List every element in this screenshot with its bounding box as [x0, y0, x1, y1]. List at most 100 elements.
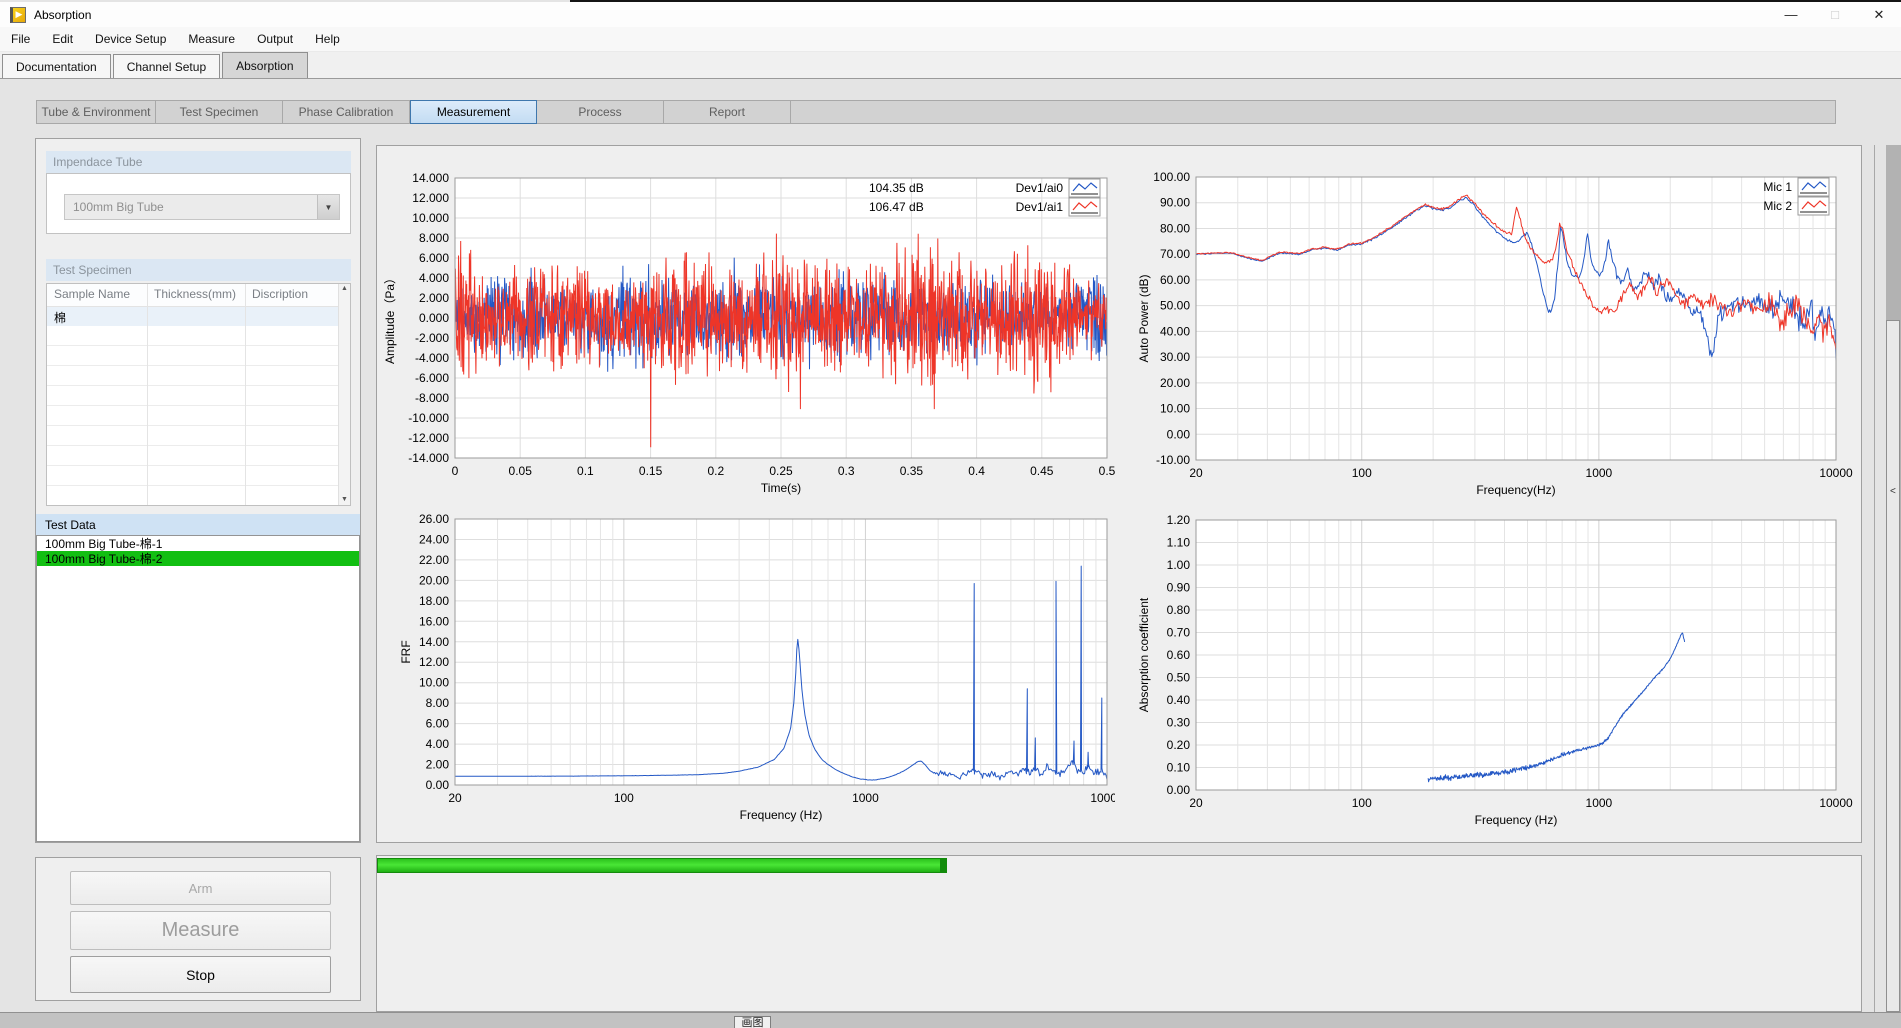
menu-file[interactable]: File — [0, 27, 41, 52]
svg-text:0.70: 0.70 — [1167, 626, 1191, 640]
svg-text:20.00: 20.00 — [1160, 376, 1190, 390]
svg-text:10000: 10000 — [1819, 466, 1853, 480]
svg-text:0.000: 0.000 — [419, 311, 449, 325]
svg-text:1.00: 1.00 — [1167, 558, 1191, 572]
subtab-tube-environment[interactable]: Tube & Environment — [36, 100, 156, 124]
cell-thickness — [147, 307, 245, 327]
svg-text:30.00: 30.00 — [1160, 350, 1190, 364]
svg-text:18.00: 18.00 — [419, 594, 449, 608]
impedance-tube-value: 100mm Big Tube — [65, 200, 317, 214]
menu-output[interactable]: Output — [246, 27, 304, 52]
svg-text:20: 20 — [1189, 466, 1203, 480]
svg-text:2.00: 2.00 — [426, 758, 450, 772]
tab-channel-setup[interactable]: Channel Setup — [113, 54, 220, 78]
svg-text:10000: 10000 — [1819, 796, 1853, 810]
svg-text:4.00: 4.00 — [426, 737, 450, 751]
dropdown-arrow-icon[interactable]: ▼ — [317, 195, 339, 219]
main-tab-bar: Documentation Channel Setup Absorption — [0, 52, 1901, 79]
frf-chart: 26.0024.0022.0020.0018.0016.0014.0012.00… — [380, 510, 1115, 835]
svg-text:2.000: 2.000 — [419, 291, 449, 305]
subtab-report[interactable]: Report — [664, 100, 791, 124]
svg-text:104.35 dB: 104.35 dB — [869, 181, 924, 195]
svg-text:10000: 10000 — [1090, 791, 1115, 805]
test-specimen-table-header: Sample Name Thickness(mm) Discription — [47, 284, 350, 307]
col-thickness: Thickness(mm) — [147, 284, 245, 306]
svg-text:12.000: 12.000 — [412, 191, 449, 205]
col-discription: Discription — [245, 284, 335, 306]
collapse-left-icon[interactable]: < — [1890, 486, 1896, 497]
svg-text:-4.000: -4.000 — [415, 351, 449, 365]
sub-tab-bar: Tube & Environment Test Specimen Phase C… — [36, 100, 1836, 124]
tab-absorption[interactable]: Absorption — [222, 52, 307, 78]
svg-text:8.00: 8.00 — [426, 696, 450, 710]
partial-bottom-tab[interactable]: 画图 — [734, 1016, 771, 1028]
tab-documentation[interactable]: Documentation — [2, 54, 111, 78]
scrollbar-thumb[interactable]: < — [1886, 320, 1900, 1012]
svg-text:6.000: 6.000 — [419, 251, 449, 265]
impedance-tube-header: Impendace Tube — [46, 151, 351, 173]
measurement-progress-bar — [377, 858, 947, 873]
progress-fill — [378, 859, 946, 872]
subtab-phase-calibration[interactable]: Phase Calibration — [283, 100, 410, 124]
svg-text:4.000: 4.000 — [419, 271, 449, 285]
test-data-item[interactable]: 100mm Big Tube-棉-2 — [37, 551, 359, 566]
menu-edit[interactable]: Edit — [41, 27, 84, 52]
impedance-tube-select[interactable]: 100mm Big Tube ▼ — [64, 194, 340, 220]
svg-text:26.00: 26.00 — [419, 512, 449, 526]
svg-text:100: 100 — [1352, 466, 1372, 480]
title-bar: ▶ Absorption — □ ✕ — [0, 2, 1901, 27]
subtab-test-specimen[interactable]: Test Specimen — [156, 100, 283, 124]
svg-text:0.50: 0.50 — [1167, 671, 1191, 685]
svg-text:24.00: 24.00 — [419, 532, 449, 546]
subtab-measurement[interactable]: Measurement — [410, 100, 537, 124]
svg-text:0.60: 0.60 — [1167, 648, 1191, 662]
svg-text:0.00: 0.00 — [426, 778, 450, 792]
svg-text:1000: 1000 — [852, 791, 879, 805]
stop-button[interactable]: Stop — [70, 956, 331, 993]
right-scrollbar[interactable]: < — [1886, 145, 1901, 1012]
svg-text:0.45: 0.45 — [1030, 464, 1054, 478]
svg-text:1000: 1000 — [1586, 796, 1613, 810]
menu-device-setup[interactable]: Device Setup — [84, 27, 177, 52]
minimize-icon[interactable]: — — [1769, 2, 1813, 27]
svg-text:0.00: 0.00 — [1167, 427, 1191, 441]
test-specimen-header: Test Specimen — [46, 259, 351, 281]
svg-text:Auto Power (dB): Auto Power (dB) — [1138, 274, 1151, 362]
table-scrollbar[interactable]: ▲ ▼ — [338, 284, 350, 505]
column-divider — [245, 284, 246, 505]
svg-text:Amplitude（Pa）: Amplitude（Pa） — [383, 272, 397, 364]
svg-text:0.00: 0.00 — [1167, 783, 1191, 797]
menu-measure[interactable]: Measure — [177, 27, 246, 52]
svg-text:0.4: 0.4 — [968, 464, 985, 478]
table-row[interactable]: 棉 — [47, 307, 350, 327]
svg-text:14.00: 14.00 — [419, 635, 449, 649]
svg-text:Absorption coefficient: Absorption coefficient — [1138, 597, 1151, 712]
close-icon[interactable]: ✕ — [1857, 2, 1901, 27]
svg-text:-8.000: -8.000 — [415, 391, 449, 405]
svg-text:0.30: 0.30 — [1167, 716, 1191, 730]
svg-text:0.5: 0.5 — [1099, 464, 1115, 478]
svg-text:70.00: 70.00 — [1160, 247, 1190, 261]
menu-help[interactable]: Help — [304, 27, 351, 52]
svg-text:10.00: 10.00 — [1160, 402, 1190, 416]
svg-text:Frequency(Hz): Frequency(Hz) — [1476, 483, 1555, 497]
application-window: ▶ Absorption — □ ✕ File Edit Device Setu… — [0, 0, 1901, 1028]
measure-button: Measure — [70, 911, 331, 950]
scroll-up-icon[interactable]: ▲ — [341, 284, 348, 294]
svg-text:Frequency (Hz): Frequency (Hz) — [740, 808, 823, 822]
svg-text:20: 20 — [448, 791, 462, 805]
svg-text:80.00: 80.00 — [1160, 221, 1190, 235]
svg-text:0.35: 0.35 — [900, 464, 924, 478]
svg-text:1000: 1000 — [1586, 466, 1613, 480]
arm-button: Arm — [70, 871, 331, 905]
svg-text:0.20: 0.20 — [1167, 738, 1191, 752]
svg-text:100: 100 — [1352, 796, 1372, 810]
scroll-down-icon[interactable]: ▼ — [341, 495, 348, 505]
svg-text:16.00: 16.00 — [419, 614, 449, 628]
svg-text:0.1: 0.1 — [577, 464, 594, 478]
test-data-list[interactable]: 100mm Big Tube-棉-1 100mm Big Tube-棉-2 — [36, 535, 360, 842]
test-data-item[interactable]: 100mm Big Tube-棉-1 — [37, 536, 359, 551]
svg-text:0.90: 0.90 — [1167, 581, 1191, 595]
subtab-process[interactable]: Process — [537, 100, 664, 124]
test-specimen-table[interactable]: Sample Name Thickness(mm) Discription 棉 … — [46, 283, 351, 506]
